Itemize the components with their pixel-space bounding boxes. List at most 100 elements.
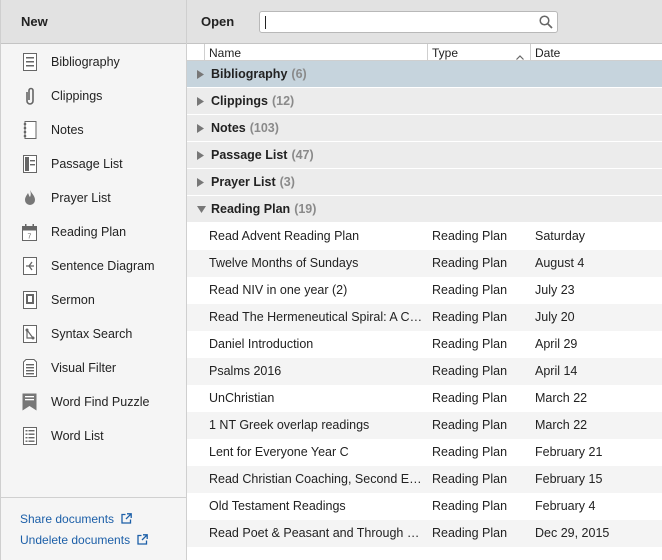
group-bibliography[interactable]: Bibliography (6) [187, 61, 662, 88]
column-date-label: Date [535, 45, 561, 60]
paperclip-icon [21, 86, 38, 106]
group-count: (3) [279, 175, 295, 189]
table-row[interactable]: Read The Hermeneutical Spiral: A Co... R… [187, 304, 662, 331]
open-header: Open [201, 14, 235, 29]
triangle-right-icon[interactable] [197, 150, 207, 160]
column-date-header[interactable]: Date [530, 44, 662, 61]
new-bibliography[interactable]: Bibliography [1, 45, 186, 79]
new-document-list: Bibliography Clippings Notes Passage Lis… [1, 45, 186, 453]
word-list-icon [21, 426, 38, 446]
document-type: Reading Plan [432, 229, 508, 243]
search-box[interactable] [259, 10, 558, 33]
document-name: Daniel Introduction [209, 337, 314, 351]
column-headers: Name Type Date [187, 44, 662, 61]
document-name: Psalms 2016 [209, 364, 282, 378]
word-find-icon [21, 392, 38, 412]
undelete-documents-link[interactable]: Undelete documents [1, 529, 186, 550]
new-item-label: Bibliography [51, 55, 120, 69]
table-row[interactable]: UnChristian Reading Plan March 22 [187, 385, 662, 412]
table-row[interactable]: Twelve Months of Sundays Reading Plan Au… [187, 250, 662, 277]
group-name: Prayer List [211, 175, 276, 189]
table-row[interactable]: Read Poet & Peasant and Through Pe... Re… [187, 520, 662, 547]
group-name: Bibliography [211, 67, 288, 81]
new-sentence-diagram[interactable]: Sentence Diagram [1, 249, 186, 283]
new-item-label: Visual Filter [51, 361, 117, 375]
document-date: February 21 [535, 445, 603, 459]
group-count: (12) [271, 94, 295, 108]
group-name: Passage List [211, 148, 288, 162]
new-item-label: Word List [51, 429, 104, 443]
column-type-header[interactable]: Type [427, 44, 530, 61]
table-row[interactable]: Daniel Introduction Reading Plan April 2… [187, 331, 662, 358]
document-name: Read NIV in one year (2) [209, 283, 348, 297]
group-name: Reading Plan [211, 202, 291, 216]
new-passage-list[interactable]: Passage List [1, 147, 186, 181]
sentence-diagram-icon [21, 256, 38, 276]
document-date: Dec 29, 2015 [535, 526, 610, 540]
triangle-right-icon[interactable] [197, 96, 207, 106]
new-prayer-list[interactable]: Prayer List [1, 181, 186, 215]
column-name-header[interactable]: Name [204, 44, 426, 61]
document-date: Saturday [535, 229, 586, 243]
triangle-right-icon[interactable] [197, 177, 207, 187]
group-count: (103) [249, 121, 279, 135]
document-type: Reading Plan [432, 364, 508, 378]
group-count: (6) [291, 67, 307, 81]
new-word-list[interactable]: Word List [1, 419, 186, 453]
left-footer: Share documents Undelete documents [1, 497, 186, 550]
new-item-label: Prayer List [51, 191, 111, 205]
sermon-icon [21, 290, 38, 310]
document-type: Reading Plan [432, 391, 508, 405]
document-name: Read The Hermeneutical Spiral: A Co... [209, 310, 423, 324]
table-row[interactable]: Read Advent Reading Plan Reading Plan Sa… [187, 223, 662, 250]
document-date: July 23 [535, 283, 575, 297]
new-item-label: Passage List [51, 157, 123, 171]
table-row[interactable]: Lent for Everyone Year C Reading Plan Fe… [187, 439, 662, 466]
document-date: July 20 [535, 310, 575, 324]
triangle-right-icon[interactable] [197, 123, 207, 133]
column-name-label: Name [209, 45, 242, 60]
document-date: April 14 [535, 364, 578, 378]
bibliography-icon [21, 52, 38, 72]
table-row[interactable]: Read Christian Coaching, Second Edit... … [187, 466, 662, 493]
group-count: (19) [294, 202, 317, 216]
new-syntax-search[interactable]: Syntax Search [1, 317, 186, 351]
document-type: Reading Plan [432, 526, 508, 540]
document-name: Lent for Everyone Year C [209, 445, 349, 459]
table-row[interactable]: 1 NT Greek overlap readings Reading Plan… [187, 412, 662, 439]
document-date: March 22 [535, 391, 588, 405]
new-clippings[interactable]: Clippings [1, 79, 186, 113]
table-row[interactable]: Old Testament Readings Reading Plan Febr… [187, 493, 662, 520]
document-date: February 4 [535, 499, 596, 513]
new-item-label: Notes [51, 123, 84, 137]
document-name: Read Poet & Peasant and Through Pe... [209, 526, 423, 540]
triangle-down-icon[interactable] [197, 205, 207, 213]
new-notes[interactable]: Notes [1, 113, 186, 147]
new-item-label: Sentence Diagram [51, 259, 155, 273]
group-name: Clippings [211, 94, 268, 108]
group-prayer-list[interactable]: Prayer List (3) [187, 169, 662, 196]
group-notes[interactable]: Notes (103) [187, 115, 662, 142]
document-name: Read Advent Reading Plan [209, 229, 360, 243]
group-reading-plan[interactable]: Reading Plan (19) [187, 196, 662, 223]
triangle-right-icon[interactable] [197, 69, 207, 79]
group-clippings[interactable]: Clippings (12) [187, 88, 662, 115]
share-documents-link[interactable]: Share documents [1, 508, 186, 529]
undelete-documents-label: Undelete documents [20, 532, 131, 547]
new-sermon[interactable]: Sermon [1, 283, 186, 317]
visual-filter-icon [21, 358, 38, 378]
new-visual-filter[interactable]: Visual Filter [1, 351, 186, 385]
search-icon[interactable] [539, 14, 553, 32]
table-row[interactable]: Psalms 2016 Reading Plan April 14 [187, 358, 662, 385]
svg-text:7: 7 [28, 233, 32, 240]
passage-list-icon [21, 154, 38, 174]
document-list: Bibliography (6) Clippings (12) Notes (1… [187, 61, 662, 547]
new-word-find-puzzle[interactable]: Word Find Puzzle [1, 385, 186, 419]
document-type: Reading Plan [432, 256, 508, 270]
document-date: August 4 [535, 256, 585, 270]
document-type: Reading Plan [432, 418, 508, 432]
group-passage-list[interactable]: Passage List (47) [187, 142, 662, 169]
table-row[interactable]: Read NIV in one year (2) Reading Plan Ju… [187, 277, 662, 304]
search-input[interactable] [264, 12, 534, 31]
new-reading-plan[interactable]: 7 Reading Plan [1, 215, 186, 249]
